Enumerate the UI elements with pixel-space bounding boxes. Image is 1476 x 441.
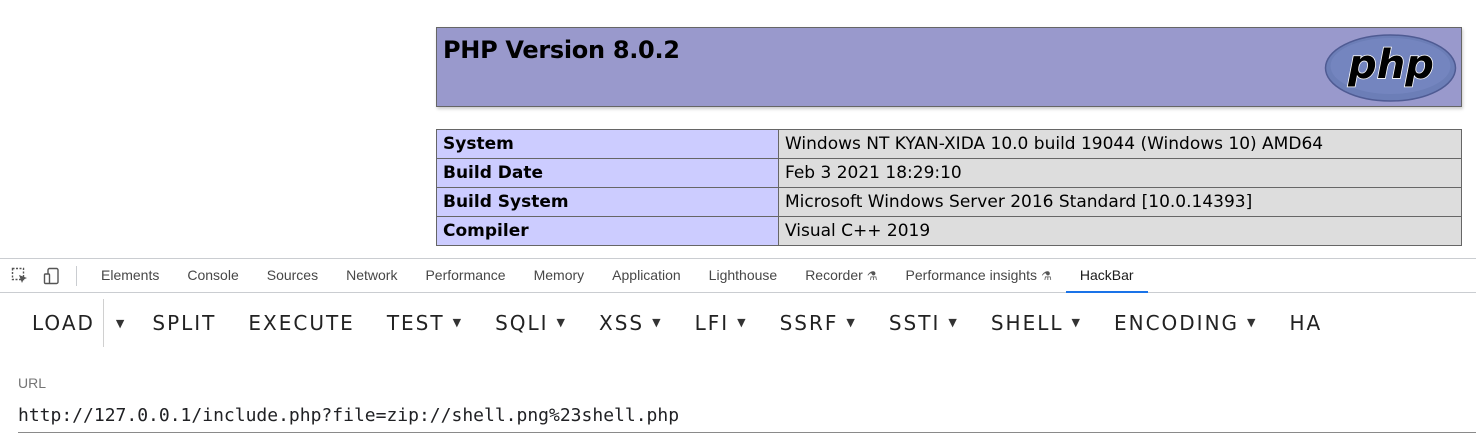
php-version-title: PHP Version 8.0.2 (443, 36, 680, 64)
devtools-panel: Elements Console Sources Network Perform… (0, 258, 1476, 441)
table-row: Build Date Feb 3 2021 18:29:10 (436, 158, 1462, 188)
info-value: Microsoft Windows Server 2016 Standard [… (778, 187, 1462, 217)
split-button[interactable]: SPLIT (136, 299, 232, 347)
shell-menu[interactable]: SHELL ▼ (975, 299, 1098, 347)
test-menu[interactable]: TEST ▼ (371, 299, 479, 347)
encoding-menu[interactable]: ENCODING ▼ (1098, 299, 1274, 347)
chevron-down-icon: ▼ (556, 316, 568, 329)
phpinfo-table: System Windows NT KYAN-XIDA 10.0 build 1… (436, 129, 1462, 246)
load-dropdown-icon[interactable]: ▼ (102, 299, 136, 347)
tab-recorder-label: Recorder (805, 267, 863, 283)
svg-text:php: php (1347, 42, 1434, 88)
lfi-menu[interactable]: LFI ▼ (679, 299, 764, 347)
chevron-down-icon: ▼ (737, 316, 748, 329)
chevron-down-icon: ▼ (846, 316, 857, 329)
url-input-underline (18, 432, 1476, 433)
tabbar-divider (76, 265, 77, 286)
info-key: Compiler (436, 216, 779, 246)
xss-menu-label: XSS (599, 311, 645, 335)
table-row: Compiler Visual C++ 2019 (436, 216, 1462, 246)
encoding-menu-label: ENCODING (1113, 311, 1240, 335)
page-viewport: PHP Version 8.0.2 php System Windows NT … (0, 0, 1476, 258)
hash-menu-label: HA (1289, 311, 1323, 335)
xss-menu[interactable]: XSS ▼ (583, 299, 679, 347)
table-row: System Windows NT KYAN-XIDA 10.0 build 1… (436, 129, 1462, 159)
hackbar-toolbar: LOAD ▼ SPLIT EXECUTE TEST ▼ SQLI ▼ XSS ▼ LF… (0, 293, 1476, 353)
shell-menu-label: SHELL (990, 311, 1064, 335)
info-key: System (436, 129, 779, 159)
chevron-down-icon: ▼ (452, 316, 464, 329)
load-button[interactable]: LOAD (0, 299, 103, 347)
tab-performance[interactable]: Performance (411, 259, 519, 292)
phpinfo-header: PHP Version 8.0.2 php (436, 27, 1462, 107)
test-menu-label: TEST (386, 311, 445, 335)
tab-performance-insights[interactable]: Performance insights ⚗ (892, 259, 1066, 292)
inspect-element-icon[interactable] (10, 266, 30, 286)
sqli-menu-label: SQLI (495, 311, 549, 335)
devtools-tabbar: Elements Console Sources Network Perform… (0, 259, 1476, 293)
tab-elements[interactable]: Elements (87, 259, 173, 292)
chevron-down-icon: ▼ (652, 316, 663, 329)
tab-sources[interactable]: Sources (253, 259, 332, 292)
tab-console[interactable]: Console (173, 259, 252, 292)
tab-hackbar[interactable]: HackBar (1065, 259, 1148, 293)
execute-button[interactable]: EXECUTE (232, 299, 370, 347)
info-key: Build System (436, 187, 779, 217)
table-row: Build System Microsoft Windows Server 20… (436, 187, 1462, 217)
info-value: Windows NT KYAN-XIDA 10.0 build 19044 (W… (778, 129, 1462, 159)
info-value: Visual C++ 2019 (778, 216, 1462, 246)
ssti-menu[interactable]: SSTI ▼ (873, 299, 975, 347)
chevron-down-icon: ▼ (1071, 316, 1082, 329)
tab-lighthouse[interactable]: Lighthouse (695, 259, 792, 292)
php-logo-icon: php (1324, 34, 1457, 102)
tab-recorder[interactable]: Recorder ⚗ (791, 259, 891, 292)
chevron-down-icon: ▼ (1247, 316, 1258, 329)
info-value: Feb 3 2021 18:29:10 (778, 158, 1462, 188)
ssti-menu-label: SSTI (888, 311, 941, 335)
tab-memory[interactable]: Memory (520, 259, 599, 292)
sqli-menu[interactable]: SQLI ▼ (479, 299, 583, 347)
lfi-menu-label: LFI (694, 311, 730, 335)
ssrf-menu-label: SSRF (779, 311, 839, 335)
url-field-label: URL (18, 375, 47, 391)
url-input[interactable]: http://127.0.0.1/include.php?file=zip://… (18, 405, 679, 426)
info-key: Build Date (436, 158, 779, 188)
hash-menu[interactable]: HA (1274, 299, 1339, 347)
tab-network[interactable]: Network (332, 259, 411, 292)
ssrf-menu[interactable]: SSRF ▼ (764, 299, 873, 347)
chevron-down-icon: ▼ (948, 316, 959, 329)
flask-icon: ⚗ (1041, 269, 1052, 283)
flask-icon: ⚗ (866, 269, 878, 283)
tab-performance-insights-label: Performance insights (905, 267, 1038, 283)
tab-application[interactable]: Application (598, 259, 695, 292)
device-toolbar-icon[interactable] (42, 266, 62, 286)
